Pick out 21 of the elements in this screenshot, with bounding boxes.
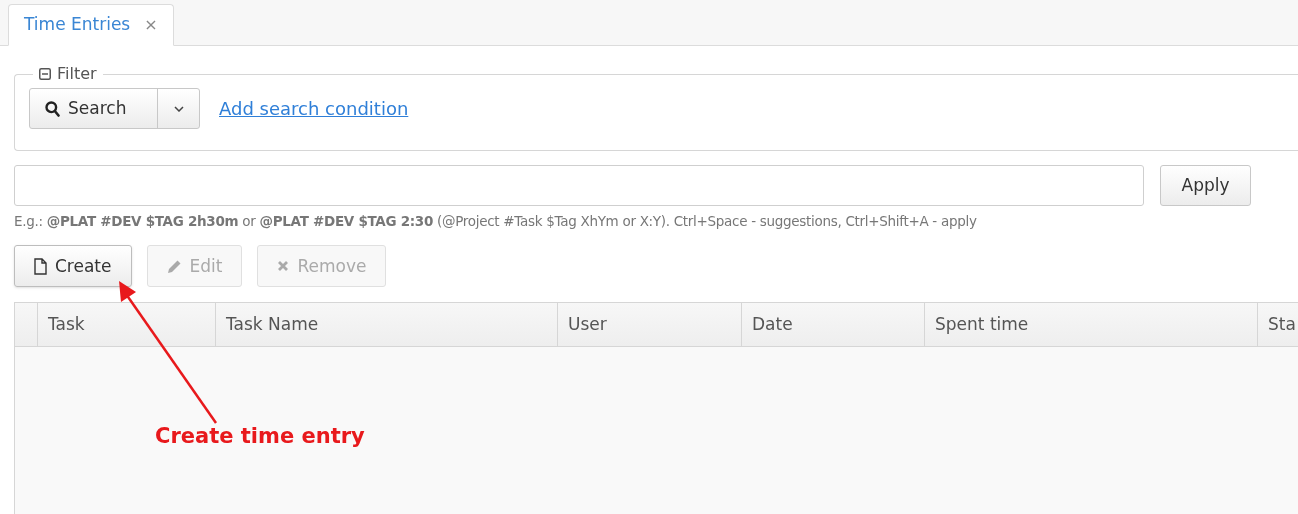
quick-entry-field[interactable] xyxy=(14,165,1144,206)
column-header[interactable]: Date xyxy=(742,303,925,347)
apply-button[interactable]: Apply xyxy=(1160,165,1251,206)
create-button[interactable]: Create xyxy=(14,245,132,288)
annotation-label: Create time entry xyxy=(155,423,365,450)
column-header[interactable]: Task Name xyxy=(216,303,558,347)
collapse-icon xyxy=(39,68,51,80)
column-header[interactable]: Task xyxy=(38,303,216,347)
close-icon[interactable]: × xyxy=(144,13,158,37)
tab[interactable]: Time Entries × xyxy=(8,4,174,46)
column-header[interactable]: Sta xyxy=(1258,303,1298,347)
document-icon xyxy=(34,257,47,275)
search-icon xyxy=(45,100,60,117)
filter-legend[interactable]: Filter xyxy=(33,62,103,86)
add-condition-link[interactable]: Add search condition xyxy=(219,95,409,122)
column-header[interactable]: User xyxy=(558,303,742,347)
cross-icon xyxy=(277,260,290,273)
column-header[interactable]: Spent time xyxy=(925,303,1258,347)
hint-text: E.g.: @PLAT #DEV $TAG 2h30m or @PLAT #DEV $TAG 2:30 (@Project #Task $Tag XhYm or X:Y). Ctrl+Space - suggestions, Ctrl+Shift+A - apply xyxy=(14,212,978,231)
chevron-down-icon xyxy=(173,105,184,112)
pencil-icon xyxy=(166,258,182,274)
